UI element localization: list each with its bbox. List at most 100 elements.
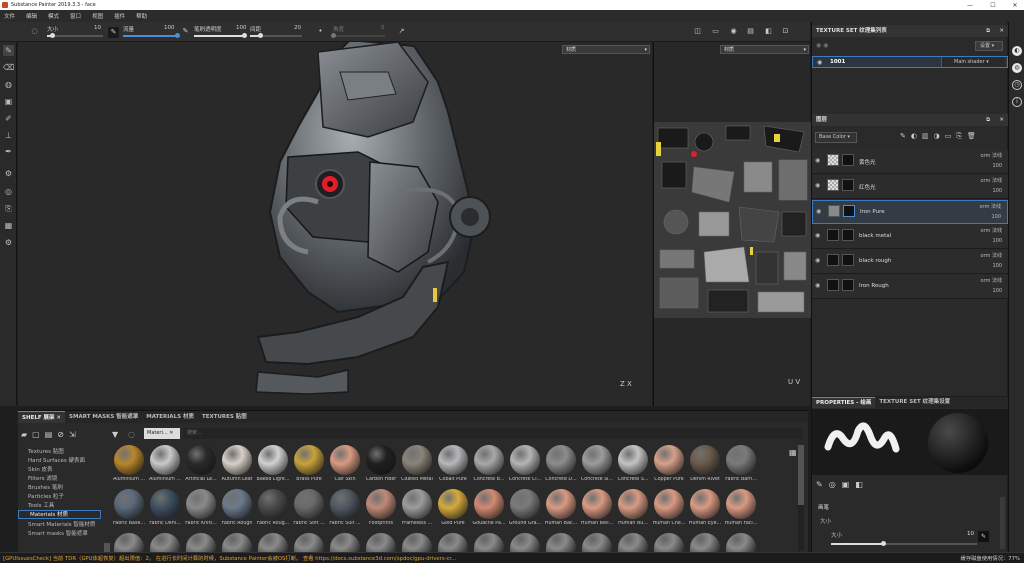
size-slider[interactable]	[47, 33, 103, 38]
brush-pressure-icon[interactable]: ✎	[181, 27, 190, 36]
clear-filter-icon[interactable]: ○	[128, 430, 135, 439]
pen-pressure-icon[interactable]: ✎	[108, 27, 119, 38]
material-thumbnail[interactable]	[186, 445, 216, 475]
brush-size-slider[interactable]	[831, 541, 977, 546]
material-thumbnail[interactable]	[330, 489, 360, 519]
undock-icon[interactable]: ⧉	[986, 25, 990, 37]
layer-row-selected[interactable]: ◉ Iron Pure orm 法线 100	[812, 200, 1008, 224]
material-thumbnail[interactable]	[186, 489, 216, 519]
material-thumbnail[interactable]	[582, 445, 612, 475]
follow-path-icon[interactable]: ↗	[397, 27, 406, 36]
viewport-3d[interactable]: 材质 ▾ Z X	[18, 42, 652, 406]
category-materials[interactable]: Materials 材质	[18, 510, 101, 519]
eye-icon[interactable]: ◉	[815, 282, 820, 289]
material-thumbnail[interactable]	[582, 533, 612, 553]
material-thumbnail[interactable]	[438, 445, 468, 475]
menu-mode[interactable]: 模式	[48, 12, 59, 20]
tab-smart-masks[interactable]: SMART MASKS 智能遮罩	[65, 411, 142, 423]
material-thumbnail[interactable]	[690, 445, 720, 475]
material-thumbnail[interactable]	[366, 445, 396, 475]
category-filters[interactable]: Filters 滤镜	[28, 474, 57, 482]
category-hard-surfaces[interactable]: Hard Surfaces 硬表面	[28, 456, 85, 464]
bake-icon[interactable]: ◎	[3, 186, 14, 197]
material-thumbnail[interactable]	[222, 489, 252, 519]
stencil-icon[interactable]: ▣	[842, 480, 856, 489]
material-thumbnail[interactable]	[546, 489, 576, 519]
paint-brush-icon[interactable]: ✎	[3, 45, 14, 56]
material-thumbnail[interactable]	[258, 445, 288, 475]
camera-icon[interactable]: ◉	[729, 27, 738, 36]
status-message[interactable]: [GPUIssuesCheck] 当前 TDR（GPU体超恢复）超出限值：2。 …	[3, 554, 456, 562]
material-thumbnail[interactable]	[654, 445, 684, 475]
layer-opacity[interactable]: 100	[992, 188, 1002, 194]
material-thumbnail[interactable]	[474, 489, 504, 519]
scrollbar-thumb[interactable]	[798, 445, 804, 505]
close-tab-icon[interactable]: ✕	[56, 415, 61, 421]
layer-blend-mode[interactable]: orm 法线	[981, 152, 1003, 159]
add-paint-layer-icon[interactable]: ▥	[922, 132, 934, 140]
material-thumbnail[interactable]	[294, 445, 324, 475]
texture-set-row[interactable]: ◉ 1001 Main shader ▾	[812, 56, 1008, 68]
shelf-search-input[interactable]: 搜索...	[183, 428, 803, 439]
alpha-icon[interactable]: ◎	[829, 480, 842, 489]
material-thumbnail[interactable]	[150, 489, 180, 519]
layer-row[interactable]: ◉ black metal orm 法线 100	[812, 225, 1008, 249]
material-thumbnail[interactable]	[222, 445, 252, 475]
viewport-mode-icon[interactable]: ▤	[746, 27, 755, 36]
brush-tool-icon[interactable]: ✎	[816, 480, 829, 489]
material-thumbnail[interactable]	[618, 489, 648, 519]
maximize-button[interactable]: ☐	[985, 0, 1001, 10]
color-picker-icon[interactable]: ✒	[3, 146, 14, 157]
clone-stamp-icon[interactable]: ⊥	[3, 130, 14, 141]
minimize-button[interactable]: —	[962, 0, 978, 10]
tab-shelf[interactable]: SHELF 展架 ✕	[18, 411, 66, 423]
remove-filter-icon[interactable]: ✕	[169, 430, 173, 436]
smudge-icon[interactable]: ✐	[3, 113, 14, 124]
material-thumbnail[interactable]	[294, 489, 324, 519]
spacing-slider[interactable]	[250, 33, 302, 38]
material-thumbnail[interactable]	[258, 533, 288, 553]
material-thumbnail[interactable]	[726, 533, 756, 553]
visibility-icon[interactable]: ◉ ◉	[816, 42, 828, 49]
material-thumbnail[interactable]	[618, 445, 648, 475]
material-thumbnail[interactable]	[186, 533, 216, 553]
material-thumbnail[interactable]	[654, 533, 684, 553]
close-panel-icon[interactable]: ✕	[999, 114, 1004, 126]
category-skin[interactable]: Skin 皮表	[28, 465, 52, 473]
layer-row[interactable]: ◉ 红色光 orm 法线 100	[812, 175, 1008, 199]
material-thumbnail[interactable]	[330, 445, 360, 475]
stroke-opacity-slider[interactable]	[194, 33, 247, 38]
menu-view[interactable]: 视图	[92, 12, 103, 20]
layer-blend-mode[interactable]: orm 法线	[980, 203, 1002, 210]
render-icon[interactable]: ◧	[764, 27, 773, 36]
eye-icon[interactable]: ◉	[815, 257, 820, 264]
duplicate-layer-icon[interactable]: ⎘	[956, 132, 967, 140]
layer-opacity[interactable]: 100	[991, 214, 1001, 220]
export-icon[interactable]: ⎘	[3, 203, 14, 214]
layer-blend-mode[interactable]: orm 法线	[981, 177, 1003, 184]
category-particles[interactable]: Particles 粒子	[28, 492, 64, 500]
material-thumbnail[interactable]	[150, 445, 180, 475]
layer-mask-thumbnail[interactable]	[842, 229, 854, 241]
shader-dropdown[interactable]: Main shader ▾	[941, 57, 1005, 67]
layer-mask-thumbnail[interactable]	[842, 179, 854, 191]
material-thumbnail[interactable]	[510, 533, 540, 553]
add-folder-icon[interactable]: ▭	[945, 132, 957, 140]
material-thumbnail[interactable]	[690, 533, 720, 553]
undock-icon[interactable]: ⧉	[986, 114, 990, 126]
viewport-2d[interactable]: 材质 ▾ U V	[653, 42, 811, 406]
screenshot-icon[interactable]: ⊡	[781, 27, 790, 36]
material-thumbnail[interactable]	[114, 489, 144, 519]
eye-icon[interactable]: ◉	[815, 182, 820, 189]
material-thumbnail[interactable]	[690, 489, 720, 519]
material-thumbnail[interactable]	[618, 533, 648, 553]
material-thumbnail[interactable]	[402, 489, 432, 519]
layer-row[interactable]: ◉ Iron Rough orm 法线 100	[812, 275, 1008, 299]
display-icon[interactable]: ▭	[711, 27, 720, 36]
layer-mask-thumbnail[interactable]	[842, 279, 854, 291]
material-thumbnail[interactable]	[222, 533, 252, 553]
share-icon[interactable]: ▦	[3, 220, 14, 231]
material-thumbnail[interactable]	[510, 445, 540, 475]
material-thumbnail[interactable]	[546, 533, 576, 553]
add-mask-icon[interactable]: ◑	[934, 132, 945, 140]
